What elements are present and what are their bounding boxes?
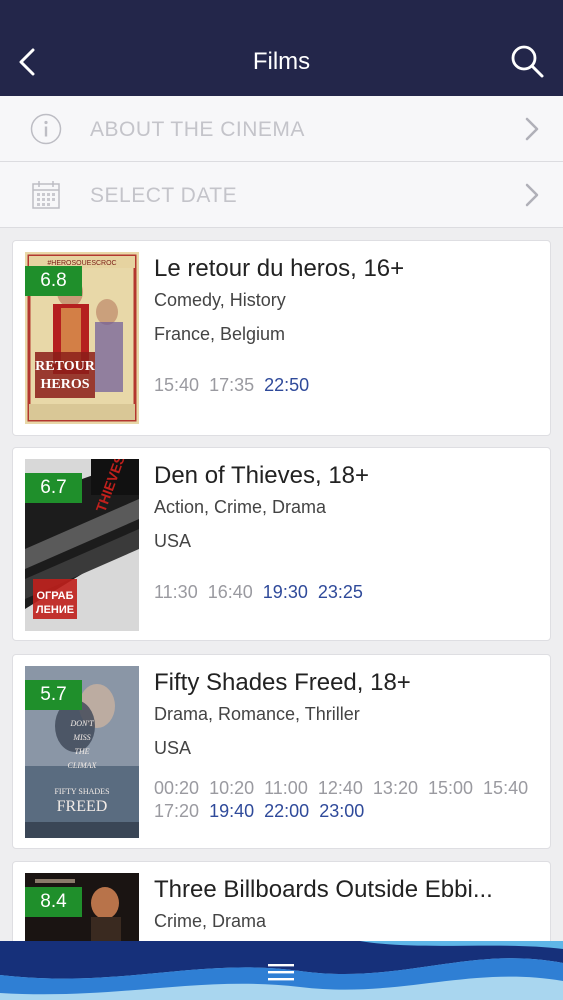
search-icon	[511, 45, 544, 78]
film-card[interactable]: #HEROSOUESCROC RETOUR HEROS 6.8 Le retou…	[12, 240, 551, 436]
film-title: Den of Thieves, 18+	[154, 462, 370, 489]
film-card[interactable]: DON'T MISS THE CLIMAX FIFTY SHADES FREED…	[12, 654, 551, 849]
showtime[interactable]: 12:40	[318, 778, 363, 798]
showtime[interactable]: 17:20	[154, 801, 199, 821]
rating-badge: 6.7	[25, 473, 82, 503]
select-date-label: SELECT DATE	[90, 184, 238, 207]
about-cinema-row[interactable]: ABOUT THE CINEMA	[0, 96, 563, 162]
chevron-right-icon	[525, 183, 539, 207]
film-poster[interactable]: THIEVES ОГРАБ ЛЕНИЕ 6.7	[25, 459, 139, 631]
film-genres: Comedy, History	[154, 290, 286, 310]
showtime[interactable]: 11:00	[264, 778, 308, 798]
app-header: Films	[0, 0, 563, 96]
svg-text:ЛЕНИЕ: ЛЕНИЕ	[36, 604, 74, 616]
svg-text:ОГРАБ: ОГРАБ	[36, 590, 73, 602]
showtimes: 11:30 16:40 19:30 23:25	[154, 581, 544, 604]
showtime[interactable]: 10:20	[209, 778, 254, 798]
svg-text:HEROS: HEROS	[40, 377, 89, 392]
film-country: USA	[154, 531, 192, 551]
showtimes: 15:40 17:35 22:50	[154, 374, 544, 397]
film-genres: Drama, Romance, Thriller	[154, 704, 360, 724]
calendar-icon	[32, 181, 60, 209]
film-country: USA	[154, 738, 192, 758]
film-genres: Action, Crime, Drama	[154, 497, 327, 517]
chevron-right-icon	[525, 117, 539, 141]
search-button[interactable]	[509, 44, 545, 80]
showtime[interactable]: 22:00	[264, 801, 309, 821]
film-poster[interactable]: #HEROSOUESCROC RETOUR HEROS 6.8	[25, 252, 139, 424]
film-title: Le retour du heros, 16+	[154, 255, 405, 282]
film-genres: Crime, Drama	[154, 911, 267, 931]
showtime[interactable]: 23:25	[318, 582, 363, 602]
showtime[interactable]: 16:40	[208, 582, 253, 602]
svg-text:RETOUR: RETOUR	[35, 359, 96, 374]
film-poster[interactable]: DON'T MISS THE CLIMAX FIFTY SHADES FREED…	[25, 666, 139, 838]
svg-text:CLIMAX: CLIMAX	[68, 761, 98, 770]
showtime[interactable]: 15:40	[483, 778, 528, 798]
hamburger-menu-icon[interactable]	[268, 962, 294, 982]
rating-badge: 6.8	[25, 266, 82, 296]
showtime[interactable]: 22:50	[264, 375, 309, 395]
svg-text:THE: THE	[74, 747, 89, 756]
film-country: France, Belgium	[154, 324, 286, 344]
showtime[interactable]: 19:30	[263, 582, 308, 602]
svg-text:MISS: MISS	[72, 733, 90, 742]
showtime[interactable]: 13:20	[373, 778, 418, 798]
svg-text:FIFTY SHADES: FIFTY SHADES	[54, 787, 109, 796]
film-title: Three Billboards Outside Ebbi...	[154, 876, 493, 903]
showtime[interactable]: 15:00	[428, 778, 473, 798]
showtime[interactable]: 19:40	[209, 801, 254, 821]
svg-text:DON'T: DON'T	[69, 719, 94, 728]
showtime[interactable]: 23:00	[319, 801, 364, 821]
rating-badge: 5.7	[25, 680, 82, 710]
film-title: Fifty Shades Freed, 18+	[154, 669, 411, 696]
page-title: Films	[252, 48, 311, 75]
showtime[interactable]: 15:40	[154, 375, 199, 395]
select-date-row[interactable]: SELECT DATE	[0, 162, 563, 228]
showtime[interactable]: 17:35	[209, 375, 254, 395]
showtime[interactable]: 00:20	[154, 778, 199, 798]
film-card[interactable]: THIEVES ОГРАБ ЛЕНИЕ 6.7 Den of Thieves, …	[12, 447, 551, 641]
rating-badge: 8.4	[25, 887, 82, 917]
bottom-nav-bar	[0, 941, 563, 1000]
showtimes: 00:20 10:20 11:00 12:40 13:20 15:00 15:4…	[154, 777, 544, 823]
svg-text:FREED: FREED	[57, 798, 108, 815]
showtime[interactable]: 11:30	[154, 582, 198, 602]
info-icon	[30, 113, 62, 145]
about-cinema-label: ABOUT THE CINEMA	[90, 118, 305, 141]
